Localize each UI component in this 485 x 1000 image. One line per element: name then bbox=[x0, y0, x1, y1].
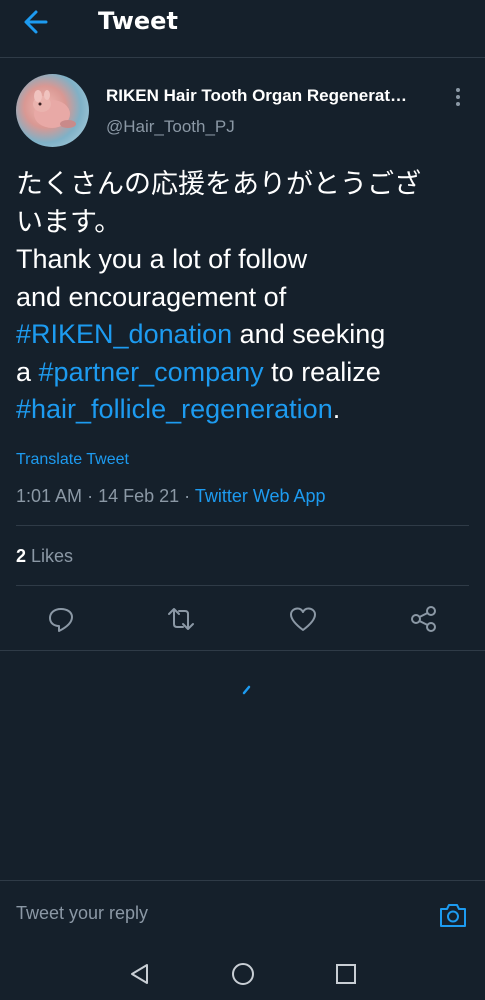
system-home-button[interactable] bbox=[231, 962, 255, 986]
retweet-icon bbox=[168, 608, 194, 630]
loading-spinner bbox=[240, 680, 256, 696]
back-triangle-icon bbox=[131, 964, 148, 984]
arrow-left-icon bbox=[24, 10, 48, 34]
page-title: Tweet bbox=[98, 7, 178, 35]
author-name[interactable]: RIKEN Hair Tooth Organ Regenerat… bbox=[106, 86, 446, 106]
reply-bar: Tweet your reply bbox=[0, 880, 485, 942]
tweet-text-line: います。 bbox=[16, 204, 471, 242]
tweet-text-segment: Thank you a lot of follow bbox=[16, 244, 308, 274]
recents-square-icon bbox=[336, 964, 356, 984]
system-recents-button[interactable] bbox=[334, 962, 358, 986]
share-icon bbox=[411, 606, 436, 632]
avatar[interactable] bbox=[16, 74, 89, 147]
tweet-date: 14 Feb 21 bbox=[98, 486, 180, 506]
tweet-time: 1:01 AM bbox=[16, 486, 83, 506]
vertical-dots-icon bbox=[456, 88, 460, 106]
likes-count: 2 bbox=[16, 546, 27, 566]
divider bbox=[0, 650, 485, 651]
share-button[interactable] bbox=[409, 604, 439, 634]
tweet-text-line: #RIKEN_donation and seeking bbox=[16, 316, 471, 354]
tweet-text: たくさんの応援をありがとうござ います。 Thank you a lot of fo… bbox=[16, 166, 471, 429]
tweet-text-line: and encouragement of bbox=[16, 279, 471, 317]
top-app-bar: Tweet bbox=[0, 0, 485, 58]
tweet-text-segment: to realize bbox=[263, 356, 381, 387]
tweet-text-line: #hair_follicle_regeneration. bbox=[16, 391, 471, 429]
tweet-text-segment: and encouragement of bbox=[16, 281, 287, 312]
meta-separator: · bbox=[184, 486, 195, 506]
home-circle-icon bbox=[232, 963, 254, 985]
divider bbox=[16, 585, 469, 586]
like-button[interactable] bbox=[288, 604, 318, 634]
reply-button[interactable] bbox=[46, 604, 76, 634]
more-options-button[interactable] bbox=[449, 86, 467, 108]
hashtag-link[interactable]: #RIKEN_donation bbox=[16, 319, 232, 349]
system-navigation-bar bbox=[0, 946, 485, 1000]
hashtag-link[interactable]: #hair_follicle_regeneration bbox=[16, 394, 333, 424]
tweet-text-line: a #partner_company to realize bbox=[16, 354, 471, 392]
retweet-button[interactable] bbox=[166, 604, 196, 634]
tweet-text-segment: います。 bbox=[16, 206, 122, 237]
system-back-button[interactable] bbox=[128, 962, 152, 986]
tweet-text-segment: and seeking bbox=[232, 319, 386, 349]
reply-input[interactable]: Tweet your reply bbox=[16, 903, 148, 924]
tweet-text-segment: たくさんの応援をありがとうござ bbox=[16, 169, 421, 199]
tweet-text-segment: . bbox=[332, 394, 341, 424]
translate-tweet-link[interactable]: Translate Tweet bbox=[16, 451, 129, 469]
tweet-meta: 1:01 AM · 14 Feb 21 · Twitter Web App bbox=[16, 486, 326, 507]
author-handle[interactable]: @Hair_Tooth_PJ bbox=[106, 117, 235, 137]
hashtag-link[interactable]: #partner_company bbox=[39, 357, 264, 387]
reply-icon bbox=[49, 608, 73, 632]
tweet-detail-screen: Tweet RIKEN Hair Tooth Organ Regenerat… … bbox=[0, 0, 485, 1000]
like-icon bbox=[290, 607, 316, 631]
spinner-icon bbox=[242, 685, 251, 695]
tweet-text-line: たくさんの応援をありがとうござ bbox=[16, 166, 471, 204]
tweet-text-line: Thank you a lot of follow bbox=[16, 241, 471, 279]
tweet-text-segment: a bbox=[16, 356, 39, 387]
camera-icon bbox=[440, 904, 466, 927]
avatar-image bbox=[33, 90, 76, 128]
tweet-source-link[interactable]: Twitter Web App bbox=[195, 486, 326, 506]
likes-stat[interactable]: 2 Likes bbox=[16, 546, 73, 567]
meta-separator: · bbox=[87, 486, 99, 506]
likes-label: Likes bbox=[31, 546, 74, 566]
camera-button[interactable] bbox=[438, 901, 468, 929]
divider bbox=[16, 525, 469, 526]
back-button[interactable] bbox=[22, 8, 56, 36]
